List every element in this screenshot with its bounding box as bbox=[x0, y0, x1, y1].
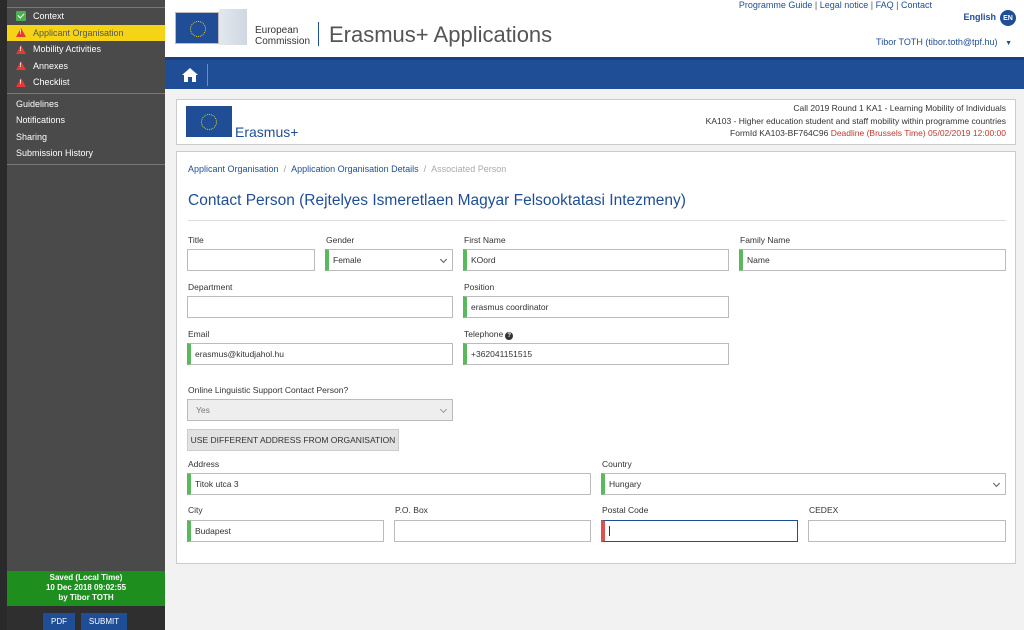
eu-flag-icon bbox=[175, 12, 219, 44]
saved-status: Saved (Local Time) 10 Dec 2018 09:02:55 … bbox=[7, 571, 165, 606]
gender-label: Gender bbox=[326, 235, 355, 245]
sidebar-link-sharing[interactable]: Sharing bbox=[7, 129, 165, 146]
sidebar-item-label: Mobility Activities bbox=[33, 44, 102, 55]
programme-name: Erasmus+ bbox=[235, 124, 299, 140]
sidebar-item-checklist[interactable]: Checklist bbox=[7, 74, 165, 91]
submit-button[interactable]: SUBMIT bbox=[81, 613, 127, 630]
warning-icon bbox=[16, 44, 26, 54]
user-name: Tibor TOTH (tibor.toth@tpf.hu) bbox=[876, 37, 998, 47]
use-different-address-button[interactable]: USE DIFFERENT ADDRESS FROM ORGANISATION bbox=[187, 429, 399, 451]
contact-person-form: Applicant Organisation / Application Organ… bbox=[176, 151, 1016, 564]
language-selector[interactable]: English bbox=[963, 12, 996, 22]
family-name-input[interactable]: Name bbox=[739, 249, 1006, 271]
header: European Commission Erasmus+ Application… bbox=[165, 0, 1024, 57]
sidebar-strip bbox=[0, 0, 7, 630]
breadcrumb-current: Associated Person bbox=[431, 164, 507, 174]
warning-icon bbox=[16, 77, 26, 87]
legal-notice-link[interactable]: Legal notice bbox=[820, 0, 869, 10]
erasmus-flag-icon bbox=[186, 106, 232, 137]
navigation-bar bbox=[165, 57, 1024, 89]
contact-link[interactable]: Contact bbox=[901, 0, 932, 10]
address-label: Address bbox=[188, 459, 220, 469]
first-name-input[interactable]: KOord bbox=[463, 249, 729, 271]
country-label: Country bbox=[602, 459, 632, 469]
call-details: Call 2019 Round 1 KA1 - Learning Mobilit… bbox=[705, 103, 1006, 138]
user-menu[interactable]: Tibor TOTH (tibor.toth@tpf.hu) ▼ bbox=[876, 37, 1012, 47]
sidebar-item-mobility-activities[interactable]: Mobility Activities bbox=[7, 41, 165, 58]
sidebar-item-applicant-organisation[interactable]: Applicant Organisation bbox=[7, 24, 165, 41]
sidebar-item-label: Context bbox=[33, 11, 65, 22]
city-input[interactable]: Budapest bbox=[187, 520, 384, 542]
sidebar-item-context[interactable]: Context bbox=[7, 8, 165, 25]
home-icon[interactable] bbox=[182, 68, 198, 82]
gender-select[interactable]: Female bbox=[325, 249, 453, 271]
caret-down-icon: ▼ bbox=[1005, 40, 1012, 47]
sidebar-item-label: Annexes bbox=[33, 60, 69, 71]
help-icon[interactable]: ? bbox=[505, 332, 514, 340]
check-icon bbox=[16, 11, 26, 22]
breadcrumb: Applicant Organisation / Application Organ… bbox=[188, 164, 507, 174]
pobox-label: P.O. Box bbox=[395, 505, 428, 515]
telephone-label: Telephone? bbox=[464, 329, 514, 340]
chevron-down-icon bbox=[439, 255, 448, 264]
sidebar-link-submission-history[interactable]: Submission History bbox=[7, 145, 165, 162]
sidebar: Context Applicant Organisation Mobility … bbox=[0, 0, 165, 630]
department-input[interactable] bbox=[187, 296, 453, 318]
position-label: Position bbox=[464, 282, 495, 292]
family-name-label: Family Name bbox=[740, 235, 791, 245]
email-label: Email bbox=[188, 329, 210, 339]
breadcrumb-organisation-details[interactable]: Application Organisation Details bbox=[291, 164, 419, 174]
pobox-input[interactable] bbox=[394, 520, 591, 542]
warning-icon bbox=[16, 61, 26, 71]
postal-code-label: Postal Code bbox=[602, 505, 649, 515]
pdf-button[interactable]: PDF bbox=[43, 613, 75, 630]
country-select[interactable]: Hungary bbox=[601, 473, 1006, 495]
email-input[interactable]: erasmus@kitudjahol.hu bbox=[187, 343, 453, 365]
title-label: Title bbox=[188, 235, 204, 245]
sidebar-link-guidelines[interactable]: Guidelines bbox=[7, 96, 165, 113]
form-id: FormId KA103-BF764C96 bbox=[730, 128, 829, 138]
chevron-down-icon bbox=[992, 479, 1001, 488]
text-cursor bbox=[609, 526, 610, 536]
postal-code-input[interactable] bbox=[601, 520, 798, 542]
sidebar-item-label: Checklist bbox=[33, 77, 70, 88]
telephone-input[interactable]: +362041151515 bbox=[463, 343, 729, 365]
sidebar-link-notifications[interactable]: Notifications bbox=[7, 112, 165, 129]
call-info-panel: Erasmus+ Call 2019 Round 1 KA1 - Learnin… bbox=[176, 99, 1016, 145]
breadcrumb-applicant-organisation[interactable]: Applicant Organisation bbox=[188, 164, 279, 174]
ols-select[interactable]: Yes bbox=[187, 399, 453, 421]
programme-guide-link[interactable]: Programme Guide bbox=[739, 0, 813, 10]
ec-name: European Commission bbox=[255, 25, 311, 47]
sidebar-nav: Context Applicant Organisation Mobility … bbox=[7, 0, 165, 167]
ols-label: Online Linguistic Support Contact Person… bbox=[188, 385, 349, 395]
title-input[interactable] bbox=[187, 249, 315, 271]
sidebar-item-annexes[interactable]: Annexes bbox=[7, 58, 165, 75]
berlaymont-icon bbox=[219, 9, 247, 45]
first-name-label: First Name bbox=[464, 235, 506, 245]
app-title: Erasmus+ Applications bbox=[329, 22, 553, 47]
chevron-down-icon bbox=[439, 405, 448, 414]
department-label: Department bbox=[188, 282, 233, 292]
faq-link[interactable]: FAQ bbox=[876, 0, 894, 10]
deadline: Deadline (Brussels Time) 05/02/2019 12:0… bbox=[830, 128, 1006, 138]
page-title: Contact Person (Rejtelyes Ismeretlaen Ma… bbox=[188, 192, 686, 209]
sidebar-buttons: PDF SUBMIT bbox=[7, 606, 165, 630]
language-badge[interactable]: EN bbox=[1000, 10, 1016, 26]
cedex-label: CEDEX bbox=[809, 505, 839, 515]
position-input[interactable]: erasmus coordinator bbox=[463, 296, 729, 318]
city-label: City bbox=[188, 505, 203, 515]
sidebar-item-label: Applicant Organisation bbox=[33, 27, 124, 38]
european-commission-logo bbox=[175, 9, 247, 45]
cedex-input[interactable] bbox=[808, 520, 1006, 542]
warning-icon bbox=[16, 28, 26, 38]
top-links: Programme Guide | Legal notice | FAQ | C… bbox=[738, 0, 932, 10]
address-input[interactable]: Titok utca 3 bbox=[187, 473, 591, 495]
